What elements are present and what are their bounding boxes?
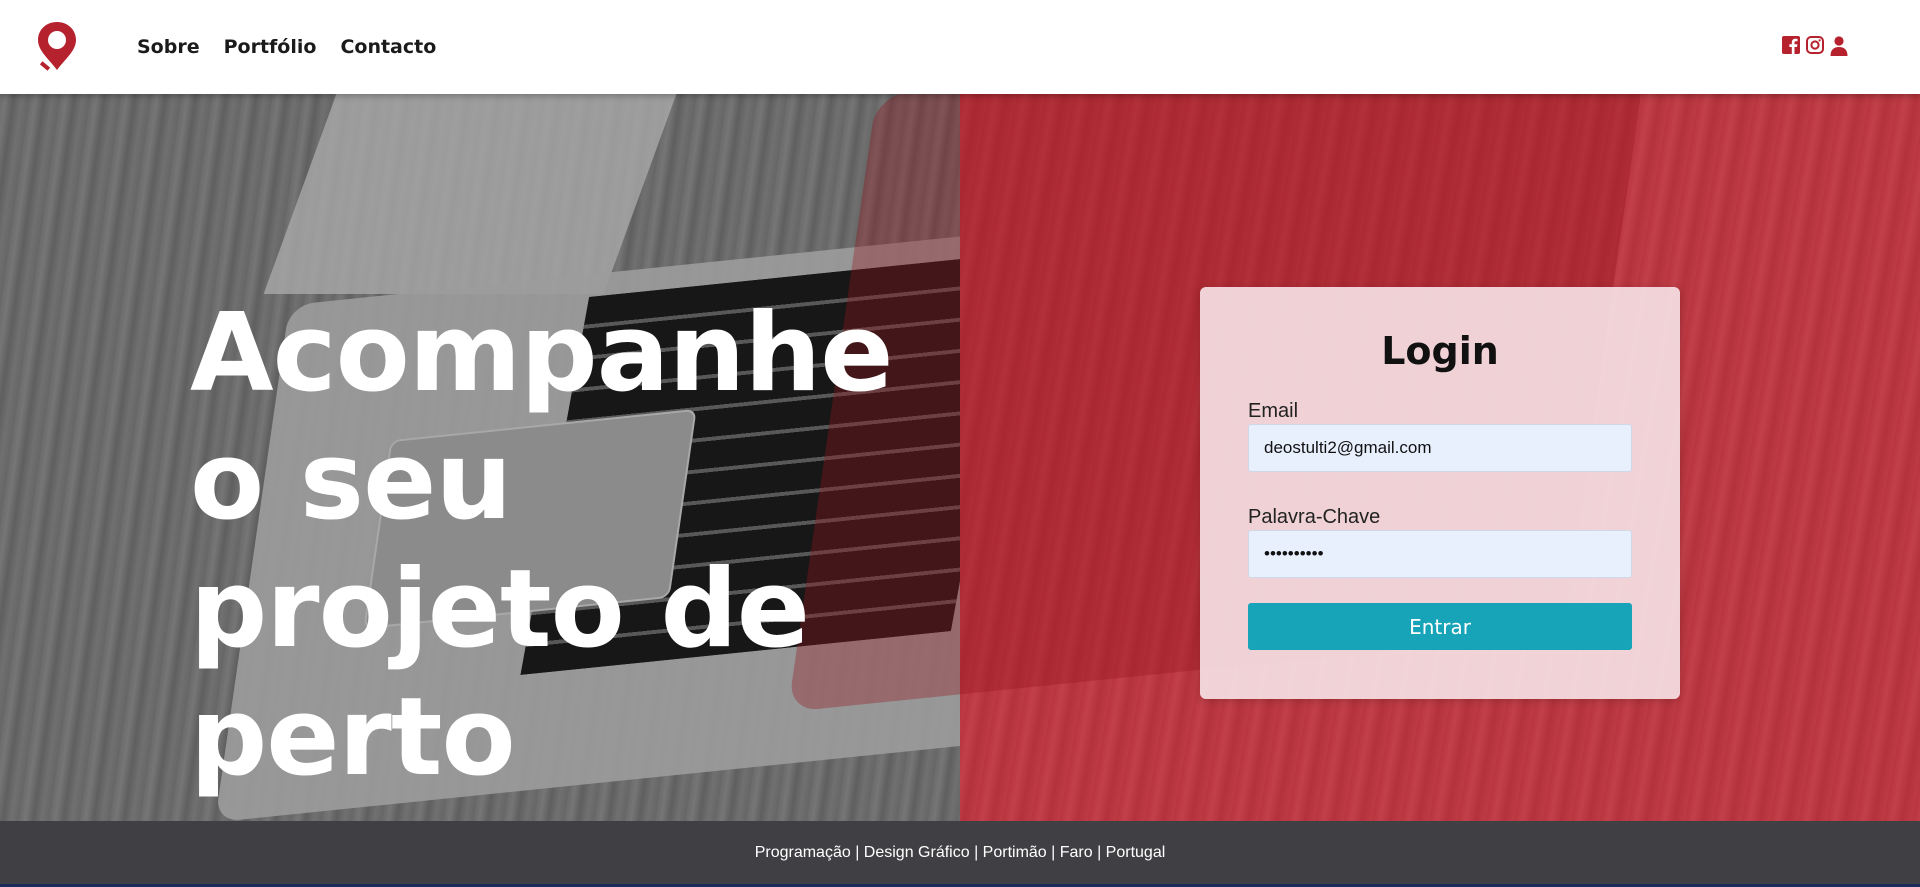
user-icon[interactable] <box>1830 36 1848 56</box>
password-field[interactable] <box>1248 530 1632 578</box>
email-field[interactable] <box>1248 424 1632 472</box>
facebook-icon[interactable] <box>1782 36 1800 56</box>
site-footer: Programação | Design Gráfico | Portimão … <box>0 821 1920 887</box>
password-label: Palavra-Chave <box>1248 506 1381 528</box>
social-links <box>1782 36 1848 56</box>
hero-photo-paper <box>263 94 677 294</box>
login-submit-button[interactable]: Entrar <box>1248 603 1632 650</box>
login-card: Login Email Palavra-Chave Entrar <box>1200 287 1680 699</box>
nav-sobre[interactable]: Sobre <box>137 36 200 58</box>
site-header: Sobre Portfólio Contacto <box>0 0 1920 94</box>
nav-contacto[interactable]: Contacto <box>340 36 436 58</box>
hero-section: Acompanhe o seu projeto de perto Login E… <box>0 94 1920 821</box>
map-pin-icon[interactable] <box>36 20 78 74</box>
main-nav: Sobre Portfólio Contacto <box>137 0 436 94</box>
footer-text: Programação | Design Gráfico | Portimão … <box>754 843 1166 861</box>
login-title: Login <box>1381 329 1499 373</box>
hero-headline: Acompanhe o seu projeto de perto <box>190 291 894 800</box>
instagram-icon[interactable] <box>1806 36 1824 56</box>
nav-portfolio[interactable]: Portfólio <box>224 36 317 58</box>
email-label: Email <box>1248 400 1299 422</box>
